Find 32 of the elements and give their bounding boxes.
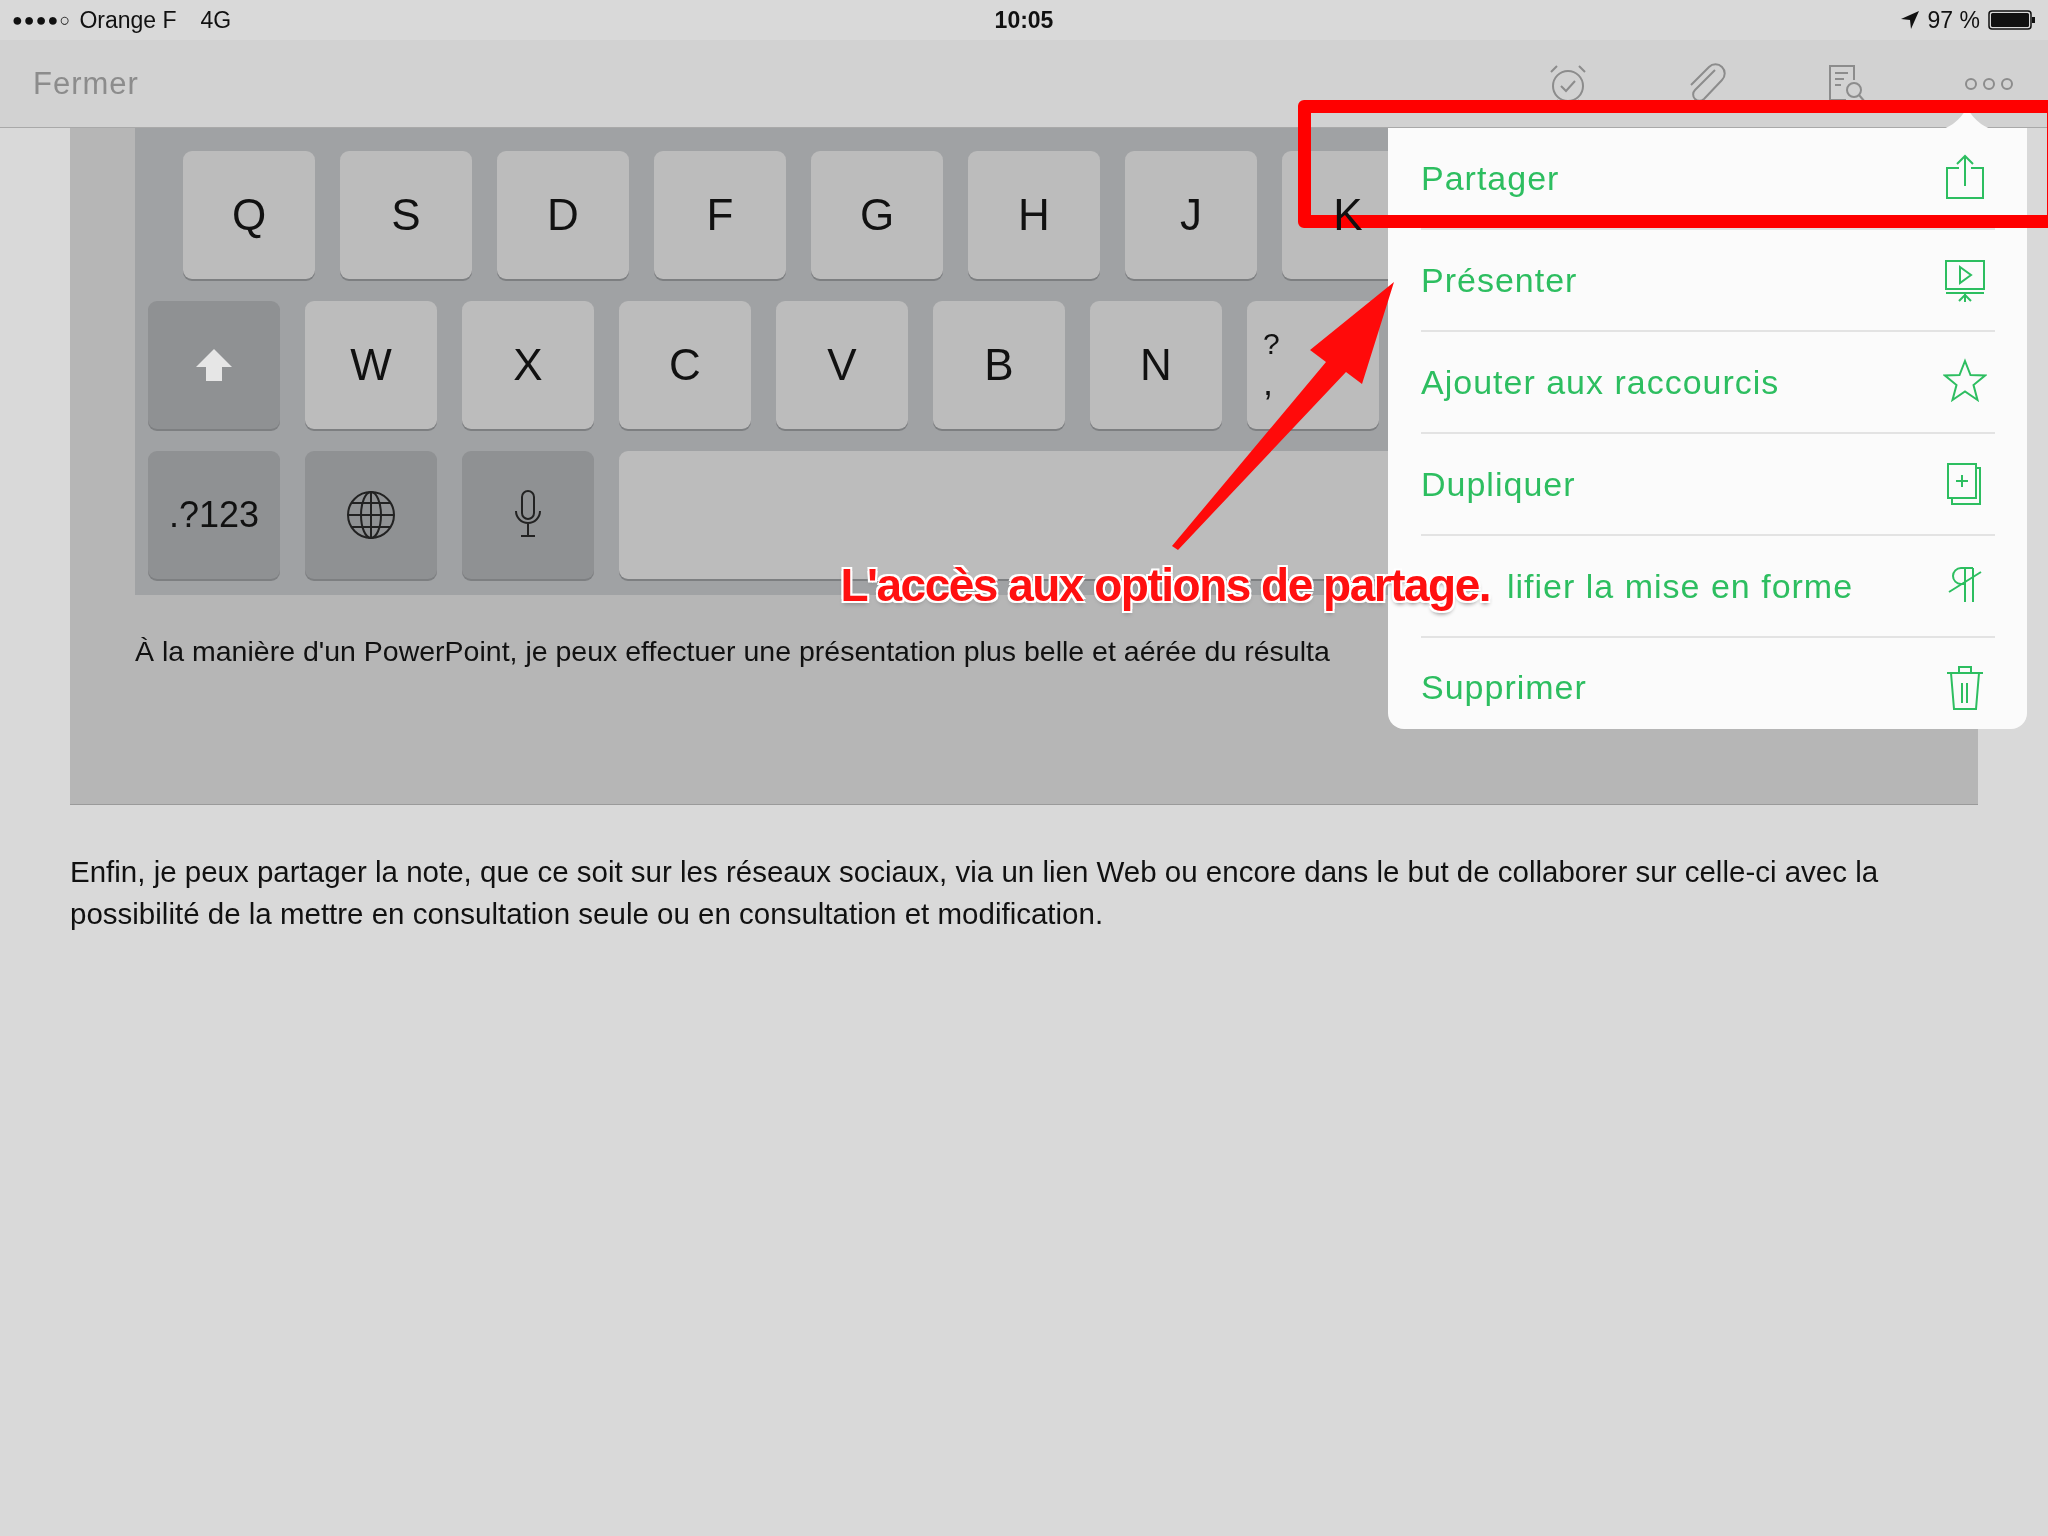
share-icon bbox=[1943, 154, 1987, 202]
keyboard-key[interactable]: H bbox=[968, 151, 1100, 279]
keyboard-key[interactable]: J bbox=[1125, 151, 1257, 279]
keyboard-key[interactable]: B bbox=[933, 301, 1065, 429]
keyboard-key[interactable]: S bbox=[340, 151, 472, 279]
screenshot-caption: À la manière d'un PowerPoint, je peux effectuer une présentation plus belle et aérée du résulta bbox=[135, 635, 1331, 668]
keyboard-key[interactable]: V bbox=[776, 301, 908, 429]
keyboard-key[interactable]: N bbox=[1090, 301, 1222, 429]
annotation-text: L'accès aux options de partage. bbox=[840, 558, 1490, 612]
battery-percentage: 97 % bbox=[1927, 6, 1980, 34]
keyboard-key[interactable]: W bbox=[305, 301, 437, 429]
shift-key[interactable] bbox=[148, 301, 280, 429]
clock-time: 10:05 bbox=[994, 6, 1054, 34]
globe-icon bbox=[345, 489, 397, 541]
question-mark-label: ? bbox=[1263, 329, 1280, 359]
keyboard-key[interactable]: X bbox=[462, 301, 594, 429]
battery-icon bbox=[1988, 10, 2036, 30]
symbols-key[interactable]: .?123 bbox=[148, 451, 280, 579]
network-type: 4G bbox=[200, 6, 232, 34]
note-paragraph: Enfin, je peux partager la note, que ce soit sur les réseaux sociaux, via un lien Web ou encore dans le but de collaborer sur celle-ci avec la possibilité de la mettre en consultation seule ou en consultation et modification. bbox=[70, 854, 1880, 932]
signal-strength: ●●●●○ bbox=[12, 9, 72, 31]
keyboard-key[interactable]: G bbox=[811, 151, 943, 279]
carrier-name: Orange F bbox=[79, 6, 177, 34]
comma-label: , bbox=[1263, 365, 1273, 401]
keyboard-key[interactable]: C bbox=[619, 301, 751, 429]
shift-arrow-icon bbox=[194, 347, 234, 383]
keyboard-key[interactable]: D bbox=[497, 151, 629, 279]
location-arrow-icon bbox=[1899, 10, 1920, 30]
globe-key[interactable] bbox=[305, 451, 437, 579]
keyboard-key[interactable]: Q bbox=[183, 151, 315, 279]
more-options-icon[interactable] bbox=[1963, 75, 2015, 92]
keyboard-key[interactable]: F bbox=[654, 151, 786, 279]
